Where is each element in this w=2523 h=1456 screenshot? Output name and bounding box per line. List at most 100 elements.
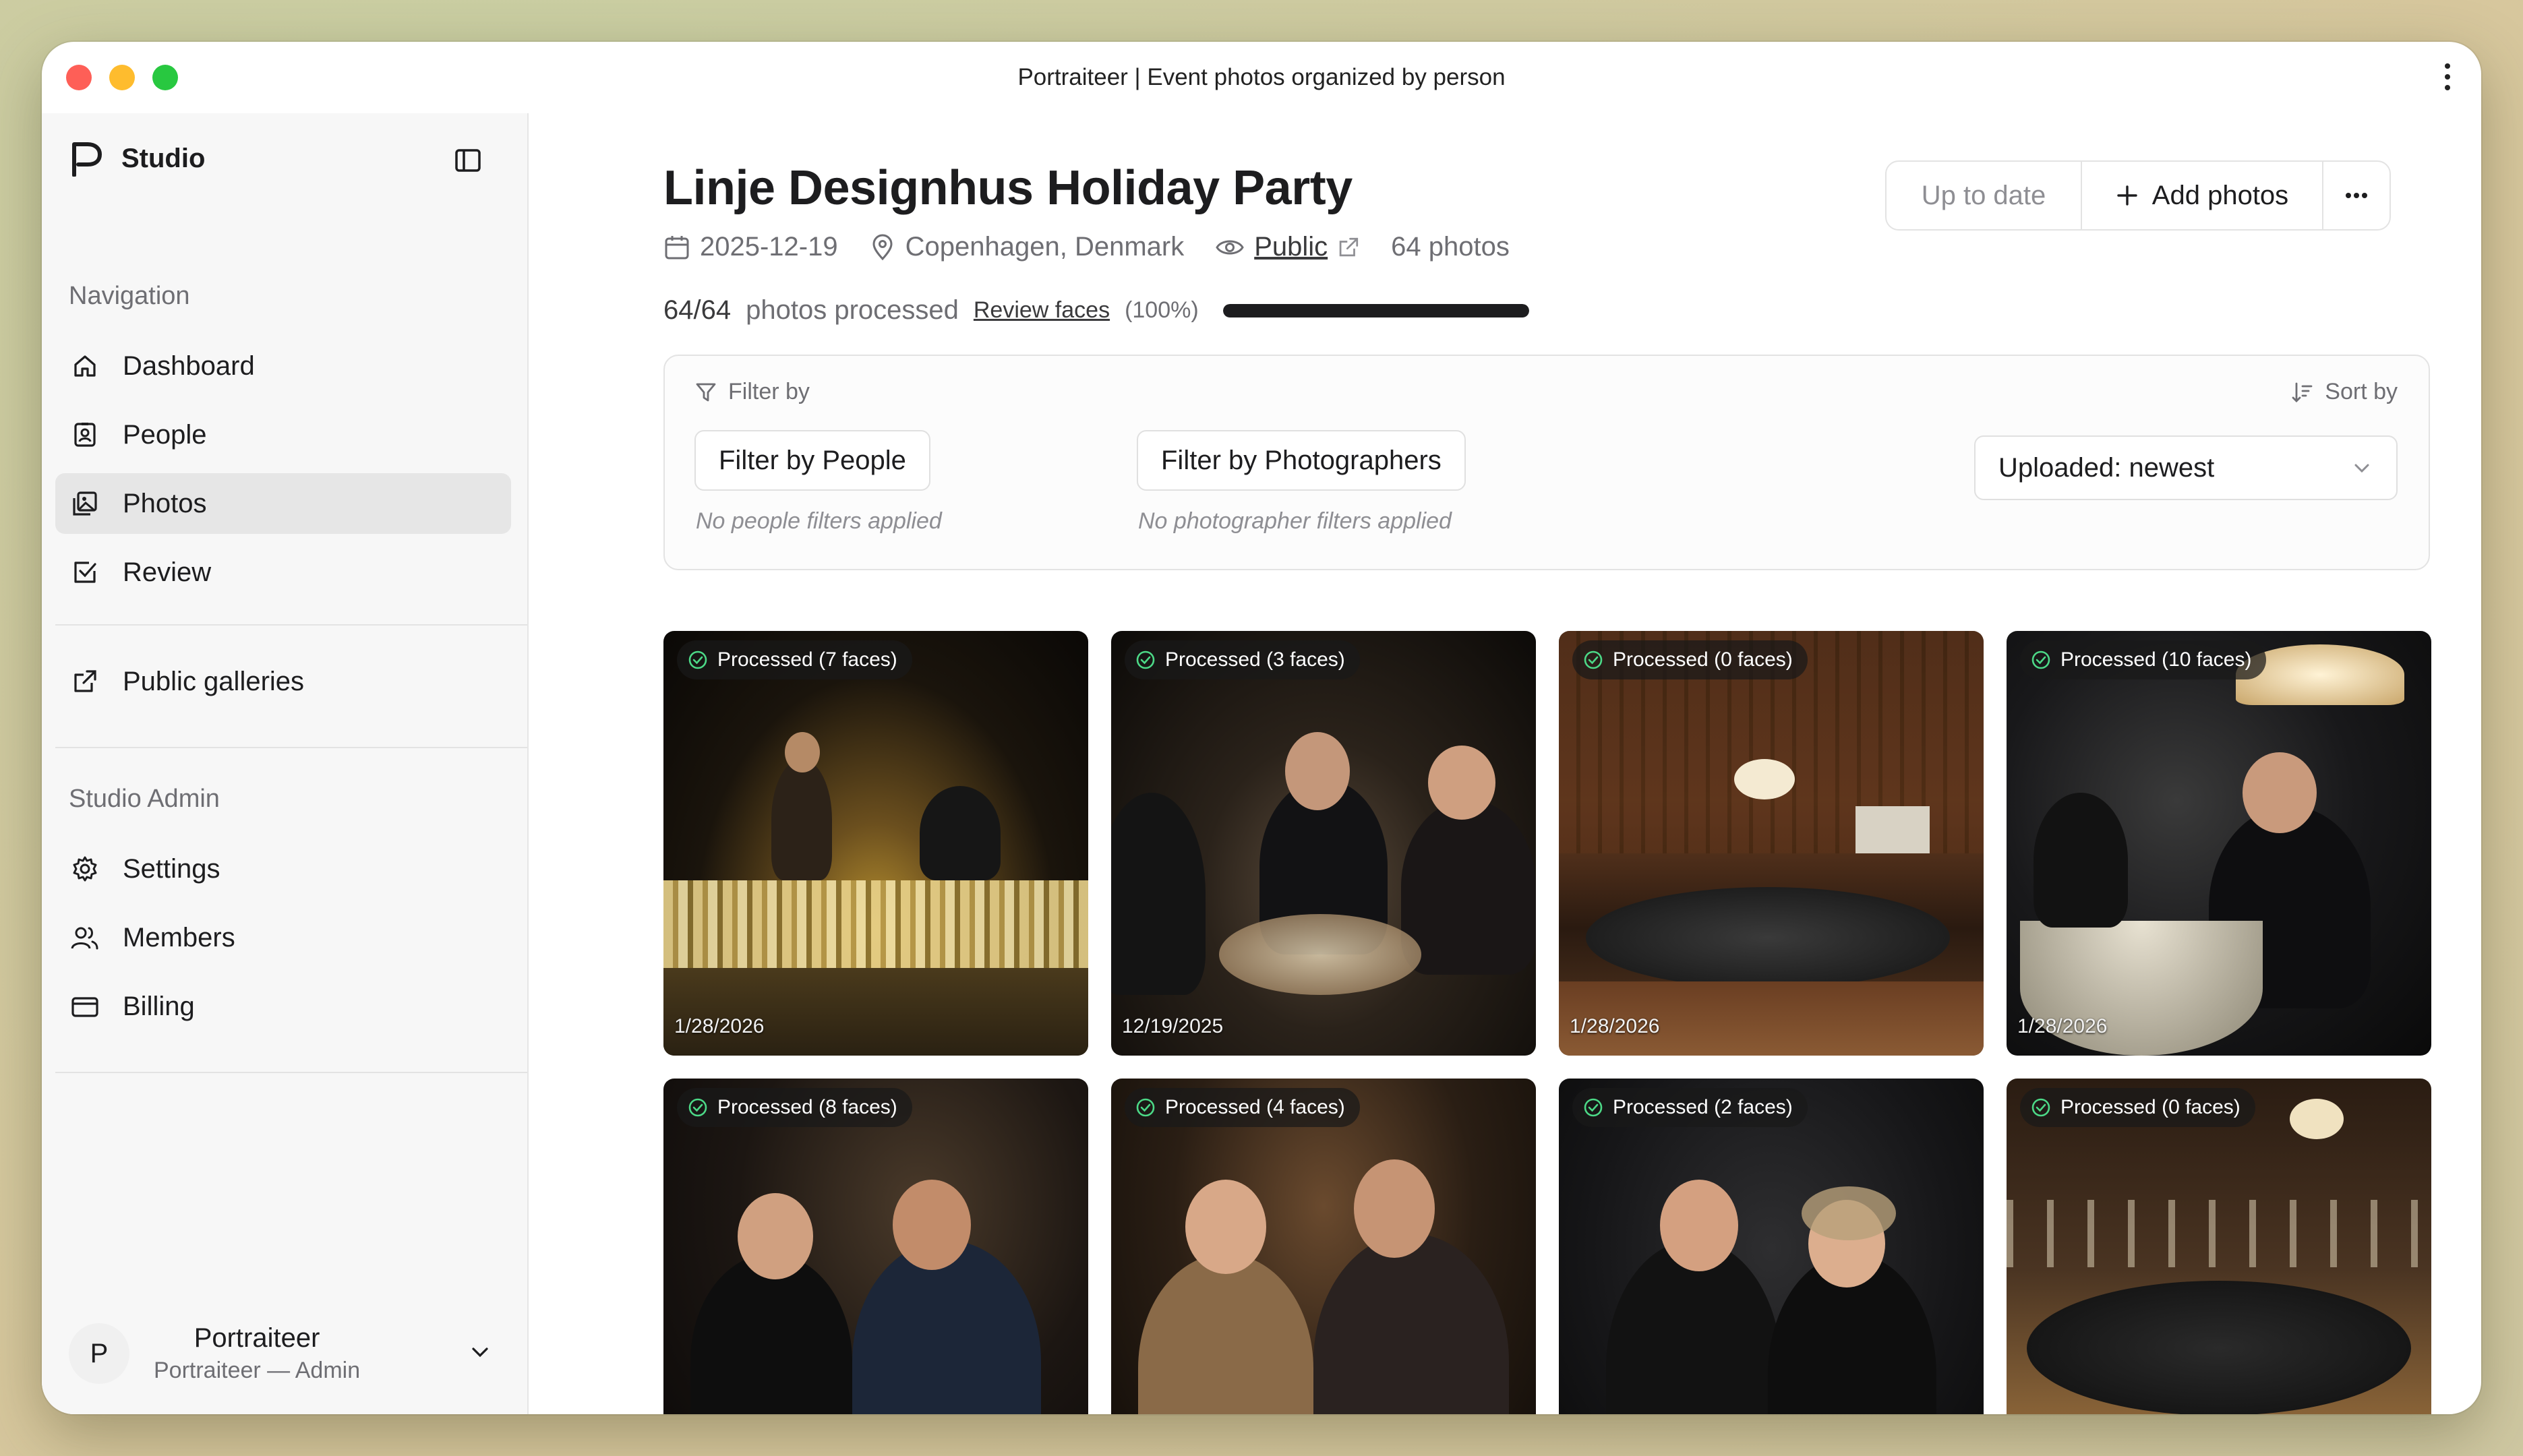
sort-icon (2292, 382, 2313, 402)
sort-select[interactable]: Uploaded: newest (1974, 435, 2398, 500)
eye-icon (1216, 240, 1244, 254)
processed-badge: Processed (8 faces) (677, 1088, 912, 1127)
photo-card[interactable]: Processed (2 faces) (1559, 1079, 1984, 1414)
sidebar-item-photos[interactable]: Photos (55, 473, 511, 534)
more-options-icon[interactable] (2323, 162, 2390, 229)
photo-card[interactable]: Processed (8 faces) (663, 1079, 1088, 1414)
check-circle-icon (2031, 1098, 2050, 1117)
review-faces-link[interactable]: Review faces (974, 297, 1110, 324)
external-link-icon (1339, 237, 1359, 256)
check-circle-icon (1584, 1098, 1603, 1117)
processed-badge: Processed (4 faces) (1125, 1088, 1360, 1127)
people-filter-note: No people filters applied (696, 508, 942, 534)
processed-badge: Processed (2 faces) (1572, 1088, 1808, 1127)
event-location: Copenhagen, Denmark (869, 232, 1184, 262)
gear-icon (70, 854, 100, 884)
card-icon (70, 992, 100, 1021)
add-photos-button[interactable]: Add photos (2082, 162, 2323, 229)
window-title: Portraiteer | Event photos organized by … (1017, 64, 1506, 90)
processed-badge: Processed (0 faces) (2020, 1088, 2255, 1127)
window-menu-icon[interactable] (2441, 63, 2454, 90)
maximize-window-button[interactable] (152, 65, 178, 90)
app-window: Portraiteer | Event photos organized by … (42, 42, 2481, 1414)
processed-badge: Processed (0 faces) (1572, 640, 1808, 679)
sidebar-item-label: People (123, 419, 207, 450)
photo-card[interactable]: Processed (4 faces) (1111, 1079, 1536, 1414)
main-content: Linje Designhus Holiday Party 2025-12-19… (529, 113, 2481, 1414)
filter-by-photographers-button[interactable]: Filter by Photographers (1137, 430, 1466, 491)
map-pin-icon (872, 234, 893, 260)
processed-badge: Processed (3 faces) (1125, 640, 1360, 679)
check-circle-icon (1584, 650, 1603, 669)
users-icon (70, 923, 100, 952)
brand[interactable]: Studio (70, 140, 205, 177)
logo-icon (72, 142, 102, 177)
photo-count: 64 photos (1391, 232, 1510, 262)
sidebar-item-label: Public galleries (123, 666, 305, 696)
checkbox-icon (70, 557, 100, 587)
event-visibility[interactable]: Public (1215, 232, 1360, 262)
photo-card[interactable]: Processed (7 faces) 1/28/2026 (663, 631, 1088, 1056)
brand-name: Studio (121, 143, 206, 173)
photo-card[interactable]: Processed (0 faces) (2007, 1079, 2431, 1414)
filter-icon (696, 383, 716, 401)
sidebar-item-public-galleries[interactable]: Public galleries (55, 651, 511, 712)
processed-badge: Processed (7 faces) (677, 640, 912, 679)
photographer-filter-note: No photographer filters applied (1138, 508, 1452, 534)
plus-icon (2117, 185, 2137, 206)
photo-date: 12/19/2025 (1122, 1015, 1224, 1037)
chevron-down-icon (2354, 464, 2369, 473)
sidebar-item-label: Dashboard (123, 351, 255, 381)
person-badge-icon (70, 420, 100, 450)
filter-label: Filter by (694, 379, 810, 405)
up-to-date-button[interactable]: Up to date (1887, 162, 2082, 229)
external-link-icon (70, 667, 100, 696)
close-window-button[interactable] (66, 65, 92, 90)
user-name: Portraiteer (194, 1323, 320, 1353)
check-circle-icon (1136, 1098, 1155, 1117)
sidebar-toggle-icon[interactable] (454, 147, 481, 177)
sidebar-item-people[interactable]: People (55, 404, 511, 465)
progress-bar-fill (1222, 303, 1529, 317)
sidebar-item-label: Photos (123, 488, 207, 518)
processed-badge: Processed (10 faces) (2020, 640, 2267, 679)
sidebar-item-label: Review (123, 557, 212, 587)
progress-bar (1222, 303, 1529, 317)
photo-card[interactable]: Processed (3 faces) 12/19/2025 (1111, 631, 1536, 1056)
check-circle-icon (688, 1098, 707, 1117)
photos-icon (70, 489, 100, 518)
sidebar-item-label: Members (123, 922, 235, 952)
check-circle-icon (1136, 650, 1155, 669)
minimize-window-button[interactable] (109, 65, 135, 90)
sidebar-divider (55, 747, 527, 748)
sidebar: Studio Navigation Dashboard People Photo… (42, 113, 529, 1414)
sort-label: Sort by (2291, 379, 2398, 405)
public-gallery-link[interactable]: Public (1254, 232, 1328, 262)
sidebar-item-dashboard[interactable]: Dashboard (55, 336, 511, 396)
photo-card[interactable]: Processed (10 faces) 1/28/2026 (2007, 631, 2431, 1056)
user-role: Portraiteer — Admin (154, 1358, 361, 1383)
sidebar-item-members[interactable]: Members (55, 907, 511, 968)
window-controls (66, 65, 178, 90)
photo-date: 1/28/2026 (1570, 1015, 1660, 1037)
user-menu[interactable]: P Portraiteer Portraiteer — Admin (55, 1313, 511, 1394)
photo-date: 1/28/2026 (2017, 1015, 2108, 1037)
photo-date: 1/28/2026 (674, 1015, 765, 1037)
event-meta: 2025-12-19 Copenhagen, Denmark Public 64… (663, 232, 1541, 262)
sidebar-item-billing[interactable]: Billing (55, 976, 511, 1037)
sidebar-item-review[interactable]: Review (55, 542, 511, 603)
photo-card[interactable]: Processed (0 faces) 1/28/2026 (1559, 631, 1984, 1056)
titlebar: Portraiteer | Event photos organized by … (42, 42, 2481, 113)
progress-text: photos processed (746, 295, 959, 325)
sidebar-item-label: Settings (123, 853, 220, 884)
filter-by-people-button[interactable]: Filter by People (694, 430, 930, 491)
progress-percent: (100%) (1125, 297, 1199, 323)
check-circle-icon (2031, 650, 2050, 669)
nav-section-label: Navigation (69, 282, 190, 310)
sidebar-item-settings[interactable]: Settings (55, 839, 511, 899)
event-date: 2025-12-19 (663, 232, 838, 262)
home-icon (70, 351, 100, 381)
chevron-down-icon[interactable] (468, 1340, 492, 1368)
processing-progress: 64/64 photos processed Review faces (100… (663, 295, 1529, 326)
admin-section-label: Studio Admin (69, 785, 220, 813)
